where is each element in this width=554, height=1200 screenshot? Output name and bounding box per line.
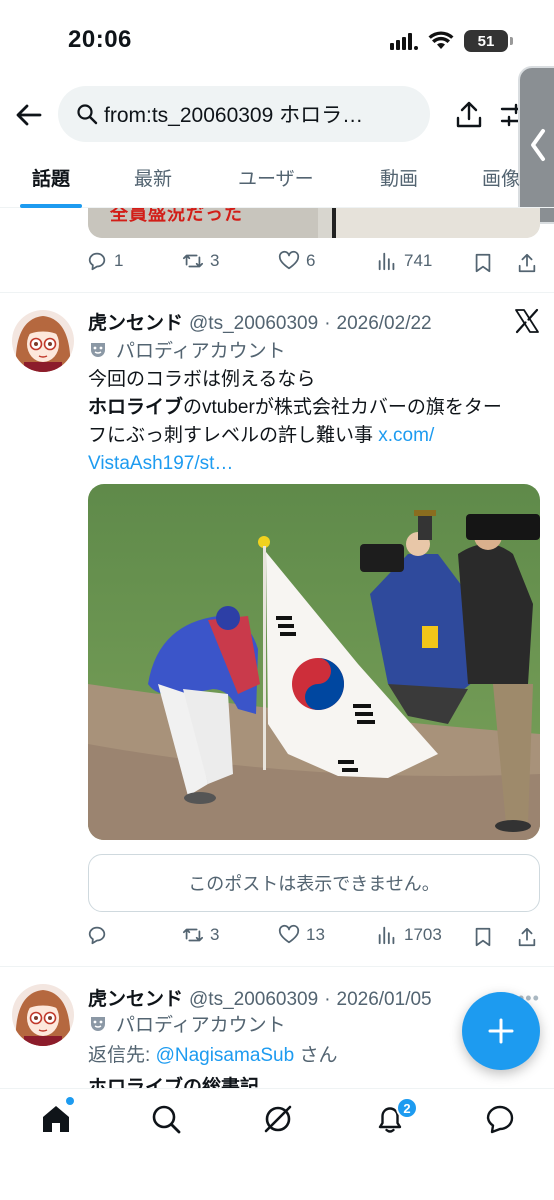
status-bar: 20:06 51 bbox=[0, 0, 554, 80]
post-text-line: のvtuberが株式会社カバーの旗をター bbox=[183, 397, 502, 418]
post-text-line: フにぶっ刺すレベルの許し難い事 bbox=[88, 425, 379, 446]
reply-button[interactable] bbox=[86, 924, 108, 946]
account-type-label: パロディアカウント bbox=[116, 1015, 286, 1036]
heart-icon bbox=[278, 924, 300, 944]
share-icon[interactable] bbox=[454, 100, 484, 130]
display-name[interactable]: 虎ンセンド bbox=[88, 984, 183, 1011]
share-icon[interactable] bbox=[516, 252, 538, 274]
bottom-navigation: 2 bbox=[0, 1088, 554, 1200]
repost-count: 3 bbox=[210, 251, 220, 270]
back-arrow-icon[interactable] bbox=[14, 100, 44, 130]
post-link[interactable]: x.com/ bbox=[378, 425, 434, 446]
reply-icon bbox=[88, 252, 106, 271]
home-icon[interactable] bbox=[40, 1103, 72, 1135]
search-query: from:ts_20060309 ホロラ… bbox=[104, 104, 364, 127]
post-date[interactable]: 2026/02/22 bbox=[337, 313, 432, 335]
plus-icon bbox=[488, 1018, 514, 1044]
tab-latest[interactable]: 最新 bbox=[134, 164, 172, 191]
tab-videos[interactable]: 動画 bbox=[380, 164, 418, 191]
like-button[interactable]: 13 bbox=[278, 924, 325, 946]
meta-separator: · bbox=[324, 313, 331, 334]
repost-icon bbox=[182, 254, 204, 268]
tab-people[interactable]: ユーザー bbox=[238, 164, 314, 191]
media-caption-text: 全員盛況だった bbox=[110, 208, 243, 224]
post-divider bbox=[0, 292, 554, 293]
unavailable-quote-notice: このポストは表示できません。 bbox=[88, 854, 540, 912]
search-tabs: 話題 最新 ユーザー 動画 画像 bbox=[0, 154, 554, 208]
post-actions: 3 13 1703 bbox=[86, 924, 546, 952]
previous-post-media[interactable]: 全員盛況だった bbox=[88, 208, 540, 238]
previous-post-actions: 1 3 6 741 bbox=[86, 250, 546, 278]
views-chart-icon bbox=[378, 252, 395, 271]
search-icon bbox=[77, 104, 98, 125]
grok-icon[interactable] bbox=[262, 1103, 294, 1135]
messages-icon[interactable] bbox=[484, 1103, 516, 1135]
search-input[interactable]: from:ts_20060309 ホロラ… bbox=[58, 86, 430, 142]
theater-mask-icon bbox=[91, 1016, 105, 1031]
user-handle[interactable]: @ts_20060309 bbox=[189, 989, 318, 1011]
status-time: 20:06 bbox=[68, 26, 132, 53]
views-chart-icon bbox=[378, 926, 395, 945]
bookmark-icon[interactable] bbox=[472, 252, 494, 274]
signal-icon bbox=[390, 33, 418, 50]
parody-label: パロディアカウント bbox=[88, 336, 286, 363]
search-header: from:ts_20060309 ホロラ… bbox=[0, 86, 554, 144]
highlighted-keyword: ホロライブ bbox=[88, 397, 184, 418]
meta-separator: · bbox=[324, 989, 331, 1010]
search-explore-icon[interactable] bbox=[150, 1103, 182, 1135]
like-button[interactable]: 6 bbox=[278, 250, 315, 272]
repost-button[interactable]: 3 bbox=[182, 924, 219, 946]
like-count: 13 bbox=[306, 925, 325, 944]
post-date[interactable]: 2026/01/05 bbox=[337, 989, 432, 1011]
post-text-line: 今回のコラボは例えるなら bbox=[88, 369, 316, 390]
heart-icon bbox=[278, 250, 300, 270]
views-button[interactable]: 741 bbox=[376, 250, 432, 272]
wifi-icon bbox=[428, 31, 454, 49]
compose-post-button[interactable] bbox=[462, 992, 540, 1070]
repost-button[interactable]: 3 bbox=[182, 250, 219, 272]
reply-count: 1 bbox=[114, 251, 124, 270]
reply-icon bbox=[88, 926, 106, 945]
bookmark-icon[interactable] bbox=[472, 926, 494, 948]
x-logo-icon bbox=[515, 308, 539, 334]
notification-count-badge: 2 bbox=[396, 1097, 418, 1119]
active-tab-indicator bbox=[20, 204, 82, 208]
reply-button[interactable]: 1 bbox=[86, 250, 123, 272]
avatar[interactable] bbox=[12, 984, 74, 1046]
post-header: 虎ンセンド @ts_20060309 · 2026/01/05 bbox=[88, 984, 432, 1011]
replying-to: 返信先: @NagisamaSub さん bbox=[88, 1045, 338, 1066]
post-header: 虎ンセンド @ts_20060309 · 2026/02/22 bbox=[88, 308, 432, 335]
post-text-cutoff: ホロライブの総書記 bbox=[88, 1077, 260, 1088]
views-count: 1703 bbox=[404, 925, 442, 944]
parody-label: パロディアカウント bbox=[88, 1010, 286, 1037]
post-image[interactable] bbox=[88, 484, 540, 840]
repost-count: 3 bbox=[210, 925, 220, 944]
battery-icon: 51 bbox=[464, 30, 513, 52]
account-type-label: パロディアカウント bbox=[116, 341, 286, 362]
user-handle[interactable]: @ts_20060309 bbox=[189, 313, 318, 335]
views-button[interactable]: 1703 bbox=[376, 924, 442, 946]
views-count: 741 bbox=[404, 251, 433, 270]
post-divider bbox=[0, 966, 554, 967]
like-count: 6 bbox=[306, 251, 316, 270]
status-icons: 51 bbox=[390, 30, 513, 52]
home-unread-dot bbox=[66, 1097, 74, 1105]
mention-link[interactable]: @NagisamaSub bbox=[156, 1045, 295, 1066]
post-link-continued[interactable]: VistaAsh197/st… bbox=[88, 450, 538, 478]
tab-top[interactable]: 話題 bbox=[32, 164, 70, 191]
theater-mask-icon bbox=[91, 342, 105, 357]
avatar[interactable] bbox=[12, 310, 74, 372]
share-icon[interactable] bbox=[516, 926, 538, 948]
tab-images[interactable]: 画像 bbox=[482, 164, 520, 191]
display-name[interactable]: 虎ンセンド bbox=[88, 308, 183, 335]
repost-icon bbox=[182, 928, 204, 942]
post-text: 今回のコラボは例えるなら ホロライブのvtuberが株式会社カバーの旗をター フ… bbox=[88, 366, 538, 478]
